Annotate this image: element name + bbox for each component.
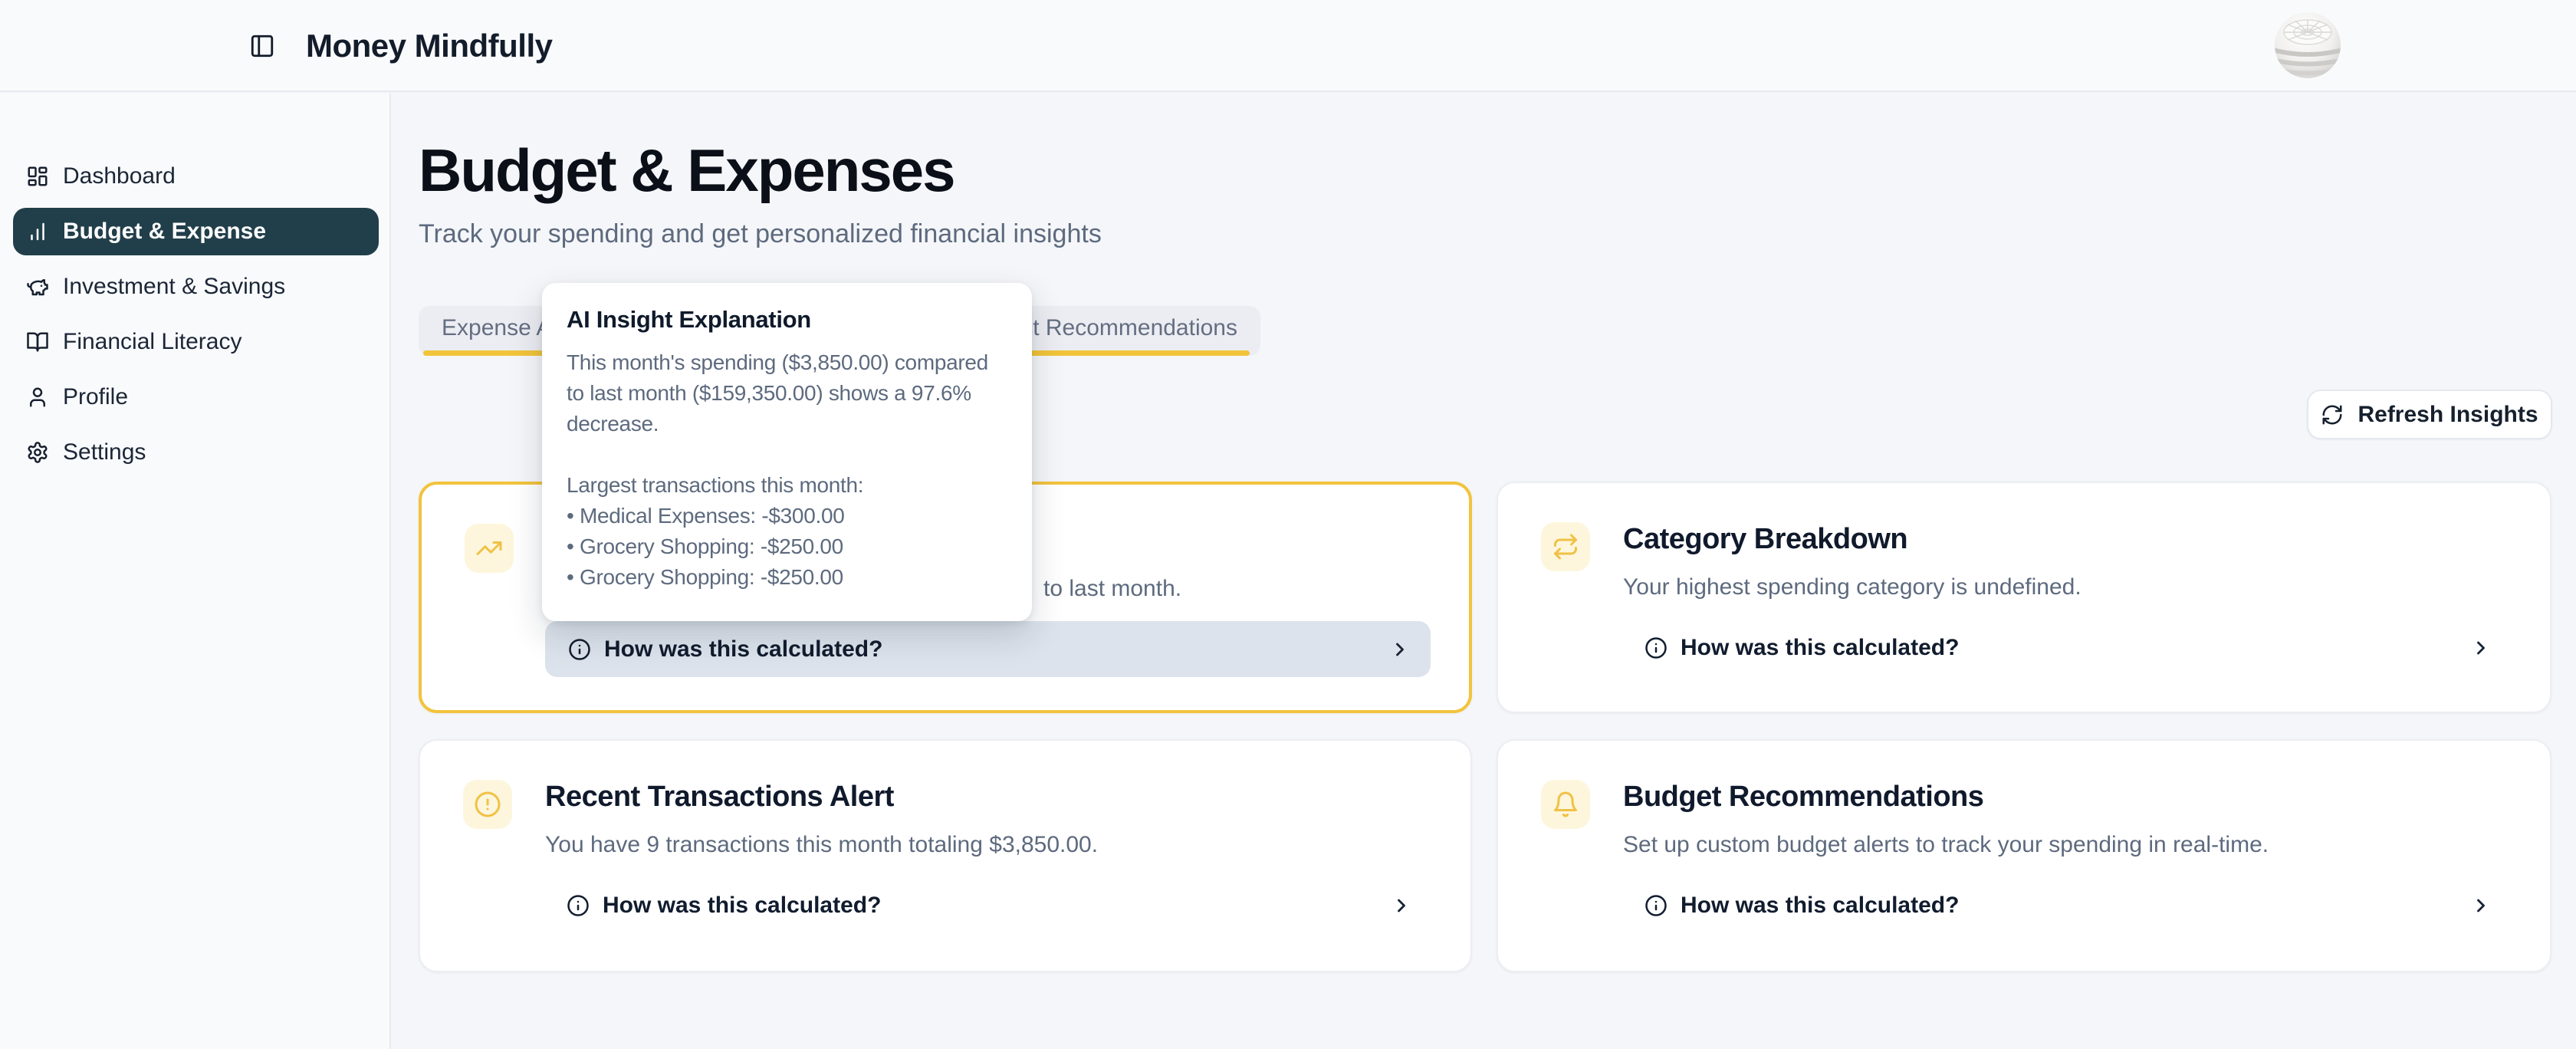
card-title: Recent Transactions Alert [545,779,894,814]
page-title: Budget & Expenses [419,135,955,206]
card-description: You have 9 transactions this month total… [545,830,1440,860]
sidebar-item-budget-expense[interactable]: Budget & Expense [13,208,379,255]
info-icon [1644,894,1668,917]
page-subtitle: Track your spending and get personalized… [419,219,1102,249]
chevron-right-icon [1391,895,1412,916]
sidebar-toggle-button[interactable] [244,28,281,64]
sidebar: Menu Dashboard Budget & Expense Investme… [0,94,391,1049]
card-description: Set up custom budget alerts to track you… [1623,830,2519,860]
bar-chart-icon [26,220,49,243]
sidebar-item-label: Dashboard [63,163,176,189]
how-was-this-calculated-row[interactable]: How was this calculated? [545,621,1431,677]
card-icon-chip [1541,780,1590,829]
trending-up-icon [475,534,503,562]
info-icon [567,894,590,917]
chevron-right-icon [2470,895,2492,916]
piggy-bank-icon [26,275,49,298]
chevron-right-icon [2470,637,2492,659]
how-calculated-label: How was this calculated? [1681,635,1959,661]
panel-left-icon [249,33,275,59]
how-was-this-calculated-row[interactable]: How was this calculated? [544,877,1432,933]
sidebar-item-profile[interactable]: Profile [13,373,379,421]
refresh-insights-label: Refresh Insights [2358,402,2538,428]
sidebar-item-financial-literacy[interactable]: Financial Literacy [13,318,379,366]
card-description: Your highest spending category is undefi… [1623,572,2519,603]
category-breakdown-card: Category Breakdown Your highest spending… [1497,482,2551,713]
app-header: Money Mindfully [0,0,2576,92]
app-title: Money Mindfully [306,26,553,66]
budget-recommendations-card: Budget Recommendations Set up custom bud… [1497,739,2551,972]
bell-icon [1552,791,1579,818]
refresh-icon [2321,403,2344,426]
sidebar-item-settings[interactable]: Settings [13,429,379,476]
popover-summary-text: This month's spending ($3,850.00) compar… [567,347,1007,439]
popover-title: AI Insight Explanation [567,304,1007,335]
recent-transactions-alert-card: Recent Transactions Alert You have 9 tra… [419,739,1472,972]
popover-transactions-text: Largest transactions this month: • Medic… [567,470,1007,593]
ai-insight-popover: AI Insight Explanation This month's spen… [542,283,1032,621]
card-title: Budget Recommendations [1623,779,1983,814]
info-icon [568,638,591,661]
how-calculated-label: How was this calculated? [1681,893,1959,919]
card-icon-chip [463,780,512,829]
chevron-right-icon [1389,639,1411,660]
card-icon-chip [465,524,514,573]
how-was-this-calculated-row[interactable]: How was this calculated? [1622,620,2512,676]
how-calculated-label: How was this calculated? [604,636,882,663]
dashboard-grid-icon [26,165,49,188]
sidebar-item-label: Profile [63,384,128,410]
info-icon [1644,636,1668,659]
repeat-icon [1552,533,1579,561]
sidebar-item-investment-savings[interactable]: Investment & Savings [13,263,379,311]
sidebar-item-label: Investment & Savings [63,274,285,300]
card-title: Category Breakdown [1623,521,1907,557]
sidebar-item-label: Financial Literacy [63,329,242,355]
sidebar-item-label: Budget & Expense [63,219,266,245]
how-was-this-calculated-row[interactable]: How was this calculated? [1622,877,2512,933]
refresh-insights-button[interactable]: Refresh Insights [2307,390,2552,439]
avatar-sphere-image [2274,12,2341,79]
user-avatar[interactable] [2274,12,2341,79]
how-calculated-label: How was this calculated? [603,893,881,919]
card-icon-chip [1541,522,1590,571]
user-icon [26,386,49,409]
alert-circle-icon [474,791,501,818]
gear-icon [26,441,49,464]
book-open-icon [26,330,49,354]
sidebar-item-label: Settings [63,439,146,465]
sidebar-item-dashboard[interactable]: Dashboard [13,153,379,200]
